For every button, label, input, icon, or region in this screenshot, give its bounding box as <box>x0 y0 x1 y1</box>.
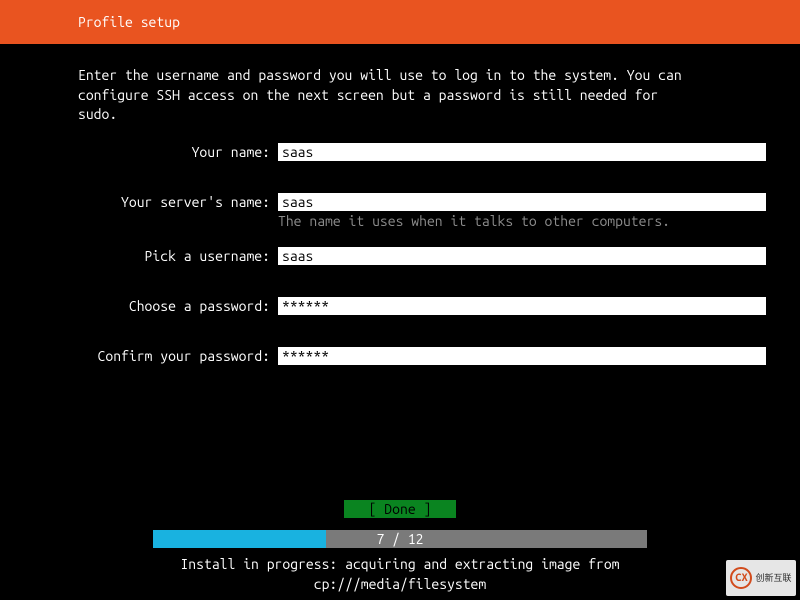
input-server-name[interactable] <box>278 193 766 211</box>
status-text: Install in progress: acquiring and extra… <box>0 555 800 594</box>
label-password: Choose a password: <box>32 297 278 315</box>
done-area: [ Done ] <box>0 500 800 518</box>
hint-server-name: The name it uses when it talks to other … <box>278 213 766 229</box>
label-your-name: Your name: <box>32 143 278 161</box>
row-confirm-password: Confirm your password: <box>32 347 768 365</box>
page-title: Profile setup <box>78 14 180 30</box>
label-username: Pick a username: <box>32 247 278 265</box>
label-server-name: Your server's name: <box>32 193 278 211</box>
row-server-name: Your server's name: The name it uses whe… <box>32 193 768 229</box>
watermark-text: 创新互联 <box>755 574 791 583</box>
progress-bar: 7 / 12 <box>153 530 647 548</box>
watermark: CX 创新互联 <box>726 560 796 596</box>
profile-form: Your name: Your server's name: The name … <box>0 125 800 365</box>
progress-area: 7 / 12 <box>0 530 800 548</box>
row-username: Pick a username: <box>32 247 768 265</box>
watermark-badge: CX <box>730 567 752 589</box>
instruction-text: Enter the username and password you will… <box>0 44 800 125</box>
row-your-name: Your name: <box>32 143 768 161</box>
label-confirm-password: Confirm your password: <box>32 347 278 365</box>
input-confirm-password[interactable] <box>278 347 766 365</box>
input-password[interactable] <box>278 297 766 315</box>
input-username[interactable] <box>278 247 766 265</box>
done-button[interactable]: [ Done ] <box>344 500 456 518</box>
header-bar: Profile setup <box>0 0 800 44</box>
progress-label: 7 / 12 <box>153 530 647 548</box>
row-password: Choose a password: <box>32 297 768 315</box>
input-your-name[interactable] <box>278 143 766 161</box>
